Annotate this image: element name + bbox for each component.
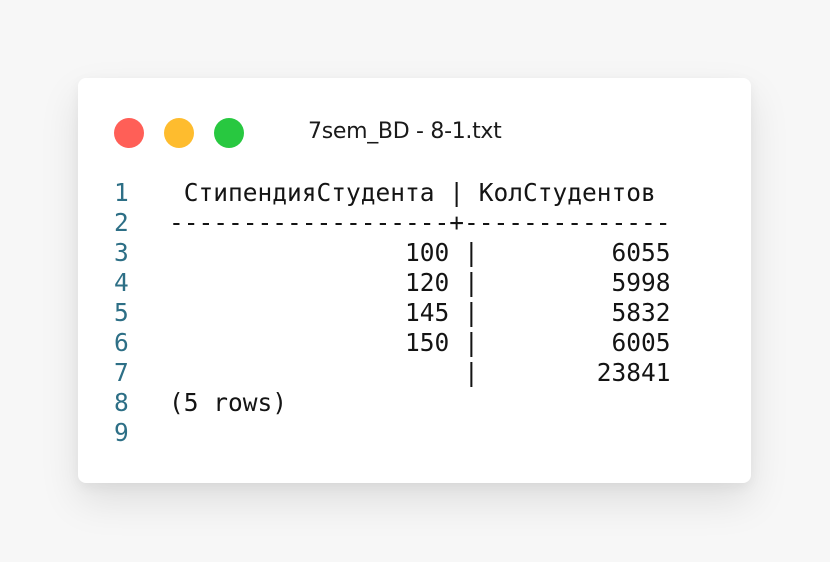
line-text: 120 | 5998	[169, 268, 671, 297]
code-line: 7 | 23841	[114, 358, 671, 388]
line-number: 7	[114, 358, 129, 387]
code-line: 1 СтипендияСтудента | КолСтудентов	[114, 178, 671, 208]
line-text: 145 | 5832	[169, 298, 671, 327]
line-number: 5	[114, 298, 129, 327]
line-number: 1	[114, 178, 129, 207]
line-number: 2	[114, 208, 129, 237]
line-text: 100 | 6055	[169, 238, 671, 267]
window-title: 7sem_BD - 8-1.txt	[308, 119, 502, 144]
minimize-button[interactable]	[164, 118, 194, 148]
line-number: 6	[114, 328, 129, 357]
code-line: 3 100 | 6055	[114, 238, 671, 268]
line-text: (5 rows)	[169, 388, 288, 417]
code-line: 5 145 | 5832	[114, 298, 671, 328]
line-number: 9	[114, 418, 129, 447]
line-text: СтипендияСтудента | КолСтудентов	[169, 178, 656, 207]
close-button[interactable]	[114, 118, 144, 148]
line-number: 4	[114, 268, 129, 297]
code-line: 2 -------------------+--------------	[114, 208, 671, 238]
code-line: 4 120 | 5998	[114, 268, 671, 298]
code-block: 1 СтипендияСтудента | КолСтудентов 2 ---…	[114, 178, 671, 448]
line-number: 8	[114, 388, 129, 417]
code-line: 9	[114, 418, 671, 448]
line-text: | 23841	[169, 358, 671, 387]
code-line: 8 (5 rows)	[114, 388, 671, 418]
line-number: 3	[114, 238, 129, 267]
line-text: 150 | 6005	[169, 328, 671, 357]
line-text: -------------------+--------------	[169, 208, 671, 237]
maximize-button[interactable]	[214, 118, 244, 148]
code-window: 7sem_BD - 8-1.txt 1 СтипендияСтудента | …	[78, 78, 751, 483]
code-line: 6 150 | 6005	[114, 328, 671, 358]
